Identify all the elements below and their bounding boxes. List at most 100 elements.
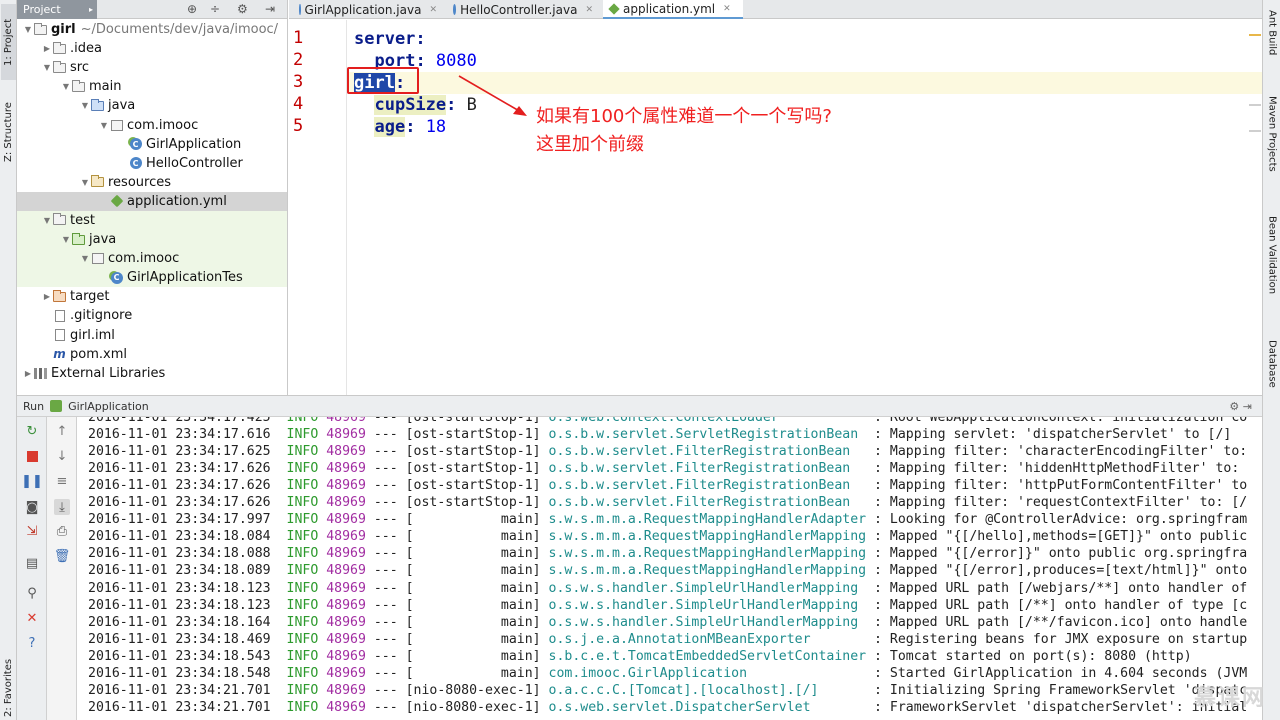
up-arrow-icon[interactable]: ↑ (54, 423, 70, 439)
rerun-icon[interactable]: ↻ (24, 423, 40, 439)
yaml-value: 8080 (435, 51, 477, 71)
log-logger[interactable]: s.w.s.m.m.a.RequestMappingHandlerMapping (541, 529, 867, 544)
log-logger[interactable]: o.s.b.w.servlet.FilterRegistrationBean (541, 478, 851, 493)
expand-arrow-icon[interactable]: ▼ (42, 216, 52, 225)
database-tab[interactable]: Database (1265, 340, 1279, 406)
tree-item[interactable]: ▼ com.imooc (17, 249, 287, 269)
log-timestamp: 2016-11-01 23:34:21.701 (88, 682, 271, 698)
error-stripe-mark[interactable] (1249, 130, 1261, 132)
expand-arrow-icon[interactable]: ▶ (42, 292, 52, 301)
scroll-to-end-icon[interactable]: ⤓ (54, 499, 70, 515)
log-logger[interactable]: com.imooc.GirlApplication (541, 666, 748, 681)
help-icon[interactable]: ? (24, 635, 40, 651)
close-tab-icon[interactable]: ✕ (723, 4, 731, 14)
expand-arrow-icon[interactable]: ▼ (61, 235, 71, 244)
log-logger[interactable]: o.s.w.s.handler.SimpleUrlHandlerMapping (541, 598, 859, 613)
log-logger[interactable]: s.w.s.m.m.a.RequestMappingHandlerAdapter (541, 512, 867, 527)
layout-icon[interactable]: ▤ (24, 555, 40, 571)
expand-arrow-icon[interactable]: ▶ (23, 369, 33, 378)
expand-arrow-icon[interactable]: ▼ (23, 25, 33, 34)
run-settings-icon[interactable]: ⚙ ⇥ (1229, 400, 1252, 413)
tree-item[interactable]: m pom.xml (17, 345, 287, 364)
log-level: INFO (270, 631, 319, 647)
code-line[interactable]: server: (348, 28, 1262, 50)
log-logger[interactable]: o.s.web.context.ContextLoader (541, 417, 779, 425)
log-thread: --- [nio-8080-exec-1] (365, 699, 541, 715)
console-output[interactable]: 2016-11-01 23:34:17.425 INFO 48969 --- [… (78, 417, 1262, 720)
exit-icon[interactable]: ⇲ (24, 523, 40, 539)
tree-item[interactable]: ▼ girl ~/Documents/dev/java/imooc/ (17, 20, 287, 39)
tree-item[interactable]: .gitignore (17, 306, 287, 325)
tree-item[interactable]: ▼ test (17, 210, 287, 231)
log-logger[interactable]: o.s.b.w.servlet.ServletRegistrationBean (541, 427, 859, 442)
tree-item[interactable]: ▶ External Libraries (17, 364, 287, 383)
log-logger[interactable]: o.s.j.e.a.AnnotationMBeanExporter (541, 632, 811, 647)
log-thread: --- [ost-startStop-1] (365, 427, 541, 443)
log-logger[interactable]: o.a.c.c.C.[Tomcat].[localhost].[/] (541, 683, 819, 698)
run-config-name[interactable]: GirlApplication (68, 400, 149, 413)
expand-arrow-icon[interactable]: ▼ (80, 178, 90, 187)
log-logger[interactable]: s.b.c.e.t.TomcatEmbeddedServletContainer (541, 649, 867, 664)
tree-item[interactable]: ▼ java (17, 96, 287, 115)
expand-arrow-icon[interactable]: ▼ (99, 121, 109, 130)
tree-item[interactable]: C GirlApplicationTes (17, 268, 287, 288)
log-logger[interactable]: s.w.s.m.m.a.RequestMappingHandlerMapping (541, 546, 867, 561)
collapse-icon[interactable]: ÷ (210, 2, 220, 16)
tree-item[interactable]: ▼ java (17, 230, 287, 250)
close-icon[interactable]: ✕ (24, 610, 40, 626)
settings-icon[interactable]: ⚙ (237, 2, 248, 16)
down-arrow-icon[interactable]: ↓ (54, 448, 70, 464)
tree-item[interactable]: C HelloController (17, 154, 287, 173)
pause-icon[interactable]: ❚❚ (21, 473, 43, 489)
tree-item[interactable]: ▼ com.imooc (17, 115, 287, 134)
tree-item[interactable]: ▶ target (17, 287, 287, 306)
tree-item[interactable]: ▼ src (17, 58, 287, 77)
expand-arrow-icon[interactable]: ▼ (42, 63, 52, 72)
tree-item[interactable]: C GirlApplication (17, 135, 287, 154)
print-icon[interactable]: ⎙ (54, 523, 70, 539)
sync-icon[interactable]: ⊕ (187, 2, 197, 16)
structure-tool-tab[interactable]: Z: Structure (1, 92, 16, 172)
log-logger[interactable]: o.s.w.s.handler.SimpleUrlHandlerMapping (541, 615, 859, 630)
expand-arrow-icon[interactable]: ▶ (42, 44, 52, 53)
editor-tab[interactable]: application.yml ✕ (603, 0, 743, 19)
log-logger[interactable]: s.w.s.m.m.a.RequestMappingHandlerMapping (541, 563, 867, 578)
maven-projects-tab[interactable]: Maven Projects (1265, 96, 1279, 196)
tree-item-label: HelloController (146, 155, 243, 171)
log-line: 2016-11-01 23:34:17.616 INFO 48969 --- [… (88, 426, 1231, 443)
favorites-tool-tab[interactable]: 2: Favorites (1, 655, 16, 720)
close-tab-icon[interactable]: ✕ (429, 5, 437, 15)
error-stripe-mark[interactable] (1249, 34, 1261, 36)
editor-tab[interactable]: HelloController.java ✕ (447, 0, 599, 19)
yaml-key: age (374, 117, 406, 137)
error-stripe-mark[interactable] (1249, 104, 1261, 106)
soft-wrap-icon[interactable]: ≡ (54, 473, 70, 489)
project-view-selector[interactable]: Project ▸ (17, 0, 97, 19)
editor-tab[interactable]: GirlApplication.java ✕ (293, 0, 443, 19)
ant-build-tab[interactable]: Ant Build (1265, 10, 1279, 78)
expand-arrow-icon[interactable]: ▼ (80, 254, 90, 263)
expand-arrow-icon[interactable]: ▼ (61, 82, 71, 91)
log-logger[interactable]: o.s.w.s.handler.SimpleUrlHandlerMapping (541, 581, 859, 596)
log-logger[interactable]: o.s.b.w.servlet.FilterRegistrationBean (541, 495, 851, 510)
tree-item[interactable]: ▶ .idea (17, 39, 287, 58)
log-logger[interactable]: o.s.b.w.servlet.FilterRegistrationBean (541, 444, 851, 459)
log-logger[interactable]: o.s.web.servlet.DispatcherServlet (541, 700, 811, 715)
expand-arrow-icon[interactable]: ▼ (80, 101, 90, 110)
tree-item-label: target (70, 289, 110, 305)
log-logger[interactable]: o.s.b.w.servlet.FilterRegistrationBean (541, 461, 851, 476)
tree-item[interactable]: girl.iml (17, 326, 287, 345)
tree-item[interactable]: ▼ main (17, 77, 287, 96)
project-tool-tab[interactable]: 1: Project (1, 4, 16, 80)
clear-all-icon[interactable]: 🗑 (54, 548, 71, 564)
hide-panel-icon[interactable]: ⇥ (265, 2, 275, 16)
log-timestamp: 2016-11-01 23:34:17.616 (88, 427, 271, 443)
bean-validation-tab[interactable]: Bean Validation (1265, 216, 1279, 318)
camera-icon[interactable]: ◙ (24, 499, 40, 515)
close-tab-icon[interactable]: ✕ (585, 5, 593, 15)
code-line[interactable]: port: 8080 (348, 50, 1262, 72)
tree-item[interactable]: ▼ resources (17, 173, 287, 192)
stop-icon[interactable] (26, 450, 38, 462)
tree-item[interactable]: application.yml (17, 191, 287, 211)
pin-icon[interactable]: ⚲ (24, 585, 40, 601)
